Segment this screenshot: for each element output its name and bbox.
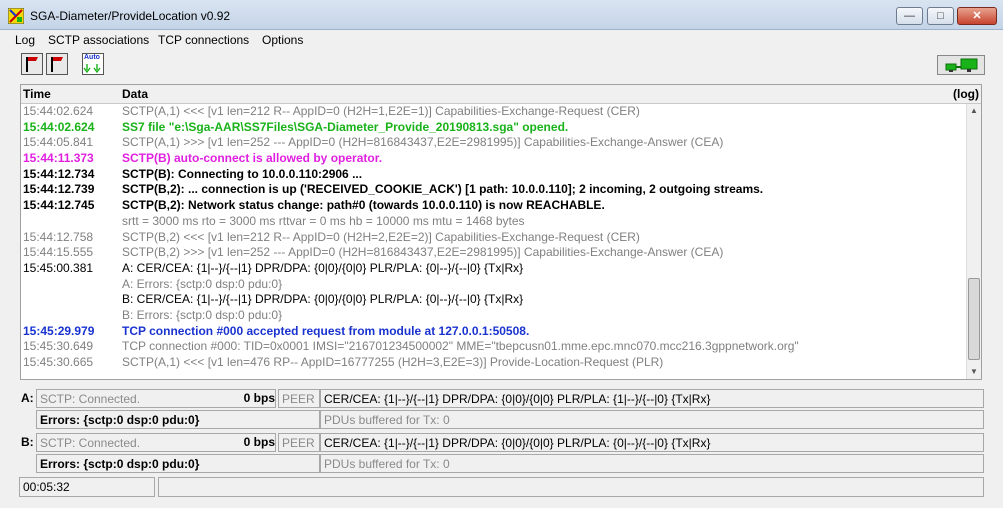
connect-a-button[interactable] <box>21 53 43 75</box>
assoc-b-counters: CER/CEA: {1|--}/{--|1} DPR/DPA: {0|0}/{0… <box>320 433 984 452</box>
log-row[interactable]: 15:44:12.734 SCTP(B): Connecting to 10.0.… <box>21 167 966 183</box>
scroll-down-icon[interactable]: ▼ <box>967 365 981 379</box>
close-icon: ✕ <box>972 10 982 22</box>
log-row-time: 15:45:30.649 <box>23 339 94 354</box>
menu-options[interactable]: Options <box>262 33 303 47</box>
log-row-time: 15:44:11.373 <box>23 151 94 166</box>
log-row-time: 15:44:12.745 <box>23 198 95 213</box>
column-header-log[interactable]: (log) <box>953 87 979 101</box>
assoc-a-errors: Errors: {sctp:0 dsp:0 pdu:0} <box>36 410 320 429</box>
assoc-a-bps: 0 bps <box>243 391 275 405</box>
log-row-data: SCTP(B): Connecting to 10.0.0.110:2906 .… <box>122 166 363 181</box>
log-row-data: SCTP(A,1) >>> [v1 len=252 --- AppID=0 (H… <box>122 135 724 150</box>
column-header-data[interactable]: Data <box>122 87 148 101</box>
log-row[interactable]: 15:44:11.373 SCTP(B) auto-connect is allo… <box>21 151 966 167</box>
log-row[interactable]: 15:45:29.979 TCP connection #000 accepted… <box>21 324 966 340</box>
assoc-b-peer[interactable]: PEER <box>278 433 320 452</box>
status-message <box>158 477 984 497</box>
auto-button-label: Auto <box>84 54 100 61</box>
log-row-time: 15:44:05.841 <box>23 135 94 150</box>
log-row-data: SCTP(B,2) <<< [v1 len=212 R-- AppID=0 (H… <box>122 229 640 244</box>
log-row-time: 15:45:30.665 <box>23 355 94 369</box>
minimize-icon: — <box>904 10 915 22</box>
assoc-b-bps: 0 bps <box>243 435 275 449</box>
title-bar: SGA-Diameter/ProvideLocation v0.92 — □ ✕ <box>0 0 1003 30</box>
log-row[interactable]: 15:44:12.758 SCTP(B,2) <<< [v1 len=212 R-… <box>21 230 966 246</box>
flag-icon <box>26 57 38 72</box>
log-row-data: SS7 file "e:\Sga-AAR\SS7Files\SGA-Diamet… <box>122 119 569 134</box>
network-icon <box>945 58 978 72</box>
auto-button[interactable]: Auto <box>82 53 104 75</box>
log-row[interactable]: 15:44:12.745 SCTP(B,2): Network status ch… <box>21 198 966 214</box>
log-row-data: SCTP(B,2): Network status change: path#0… <box>122 198 605 213</box>
minimize-button[interactable]: — <box>896 7 923 25</box>
maximize-icon: □ <box>937 10 944 22</box>
log-row[interactable]: 15:44:05.841 SCTP(A,1) >>> [v1 len=252 --… <box>21 135 966 151</box>
log-row[interactable]: srtt = 3000 ms rto = 3000 ms rttvar = 0 … <box>21 214 966 230</box>
log-list[interactable]: 15:44:02.624 SCTP(A,1) <<< [v1 len=212 R-… <box>21 104 966 379</box>
assoc-a-buffered: PDUs buffered for Tx: 0 <box>320 410 984 429</box>
log-row-data: TCP connection #000 accepted request fro… <box>122 323 530 338</box>
log-row-time: 15:45:29.979 <box>23 323 95 338</box>
log-row[interactable]: B: CER/CEA: {1|--}/{--|1} DPR/DPA: {0|0}… <box>21 292 966 308</box>
log-row-time: 15:44:12.734 <box>23 166 95 181</box>
menu-sctp-associations[interactable]: SCTP associations <box>48 33 149 47</box>
maximize-button[interactable]: □ <box>927 7 954 25</box>
log-row[interactable]: 15:44:12.739 SCTP(B,2): ... connection is… <box>21 182 966 198</box>
arrows-down-icon <box>83 64 101 74</box>
log-row[interactable]: 15:44:02.624 SS7 file "e:\Sga-AAR\SS7File… <box>21 120 966 136</box>
assoc-a-peer[interactable]: PEER <box>278 389 320 408</box>
log-row-data: B: Errors: {sctp:0 dsp:0 pdu:0} <box>122 307 283 322</box>
assoc-a-counters: CER/CEA: {1|--}/{--|1} DPR/DPA: {0|0}/{0… <box>320 389 984 408</box>
log-row-time: 15:45:00.381 <box>23 260 94 275</box>
log-row-data: A: CER/CEA: {1|--}/{--|1} DPR/DPA: {0|0}… <box>122 260 524 275</box>
log-row[interactable]: 15:44:15.555 SCTP(B,2) >>> [v1 len=252 --… <box>21 245 966 261</box>
scroll-up-icon[interactable]: ▲ <box>967 104 981 118</box>
flag-icon <box>51 57 63 72</box>
log-row[interactable]: B: Errors: {sctp:0 dsp:0 pdu:0} <box>21 308 966 324</box>
log-row-data: TCP connection #000: TID=0x0001 IMSI="21… <box>122 339 799 354</box>
log-row-time: 15:44:12.739 <box>23 182 95 197</box>
log-row-time: 15:44:12.758 <box>23 229 94 244</box>
app-icon <box>8 8 24 24</box>
close-button[interactable]: ✕ <box>957 7 997 25</box>
log-scrollbar[interactable]: ▲ ▼ <box>966 104 981 379</box>
column-header-time[interactable]: Time <box>23 87 51 101</box>
log-row-data: SCTP(A,1) <<< [v1 len=212 R-- AppID=0 (H… <box>122 104 640 118</box>
toolbar: Auto <box>0 50 1003 82</box>
log-row-data: SCTP(A,1) <<< [v1 len=476 RP-- AppID=167… <box>122 355 664 369</box>
connect-b-button[interactable] <box>46 53 68 75</box>
log-row-time: 15:44:15.555 <box>23 245 94 260</box>
log-row-data: A: Errors: {sctp:0 dsp:0 pdu:0} <box>122 276 283 291</box>
assoc-b-errors: Errors: {sctp:0 dsp:0 pdu:0} <box>36 454 320 473</box>
log-row-data: SCTP(B) auto-connect is allowed by opera… <box>122 151 383 166</box>
log-row-data: SCTP(B,2): ... connection is up ('RECEIV… <box>122 182 764 197</box>
assoc-b-buffered: PDUs buffered for Tx: 0 <box>320 454 984 473</box>
log-row-time: 15:44:02.624 <box>23 119 95 134</box>
assoc-b-label: B: <box>21 435 34 449</box>
menu-tcp-connections[interactable]: TCP connections <box>158 33 249 47</box>
assoc-a-label: A: <box>21 391 34 405</box>
log-panel: Time Data (log) 15:44:02.624 SCTP(A,1) <<… <box>20 84 982 380</box>
log-row[interactable]: 15:45:30.649 TCP connection #000: TID=0x0… <box>21 339 966 355</box>
menu-bar: Log SCTP associations TCP connections Op… <box>0 30 1003 50</box>
log-row-time: 15:44:02.624 <box>23 104 94 118</box>
log-row[interactable]: A: Errors: {sctp:0 dsp:0 pdu:0} <box>21 277 966 293</box>
log-row-data: SCTP(B,2) >>> [v1 len=252 --- AppID=0 (H… <box>122 245 724 260</box>
elapsed-time: 00:05:32 <box>19 477 155 497</box>
log-header: Time Data (log) <box>21 85 981 104</box>
log-row[interactable]: 15:45:00.381 A: CER/CEA: {1|--}/{--|1} DP… <box>21 261 966 277</box>
log-row-data: B: CER/CEA: {1|--}/{--|1} DPR/DPA: {0|0}… <box>122 292 524 307</box>
log-row[interactable]: 15:44:02.624 SCTP(A,1) <<< [v1 len=212 R-… <box>21 104 966 120</box>
window-title: SGA-Diameter/ProvideLocation v0.92 <box>30 9 231 23</box>
log-row[interactable]: 15:45:30.665 SCTP(A,1) <<< [v1 len=476 RP… <box>21 355 966 371</box>
scrollbar-thumb[interactable] <box>968 278 980 360</box>
log-row-data: srtt = 3000 ms rto = 3000 ms rttvar = 0 … <box>122 213 525 228</box>
connection-status-indicator <box>937 55 985 75</box>
menu-log[interactable]: Log <box>15 33 35 47</box>
